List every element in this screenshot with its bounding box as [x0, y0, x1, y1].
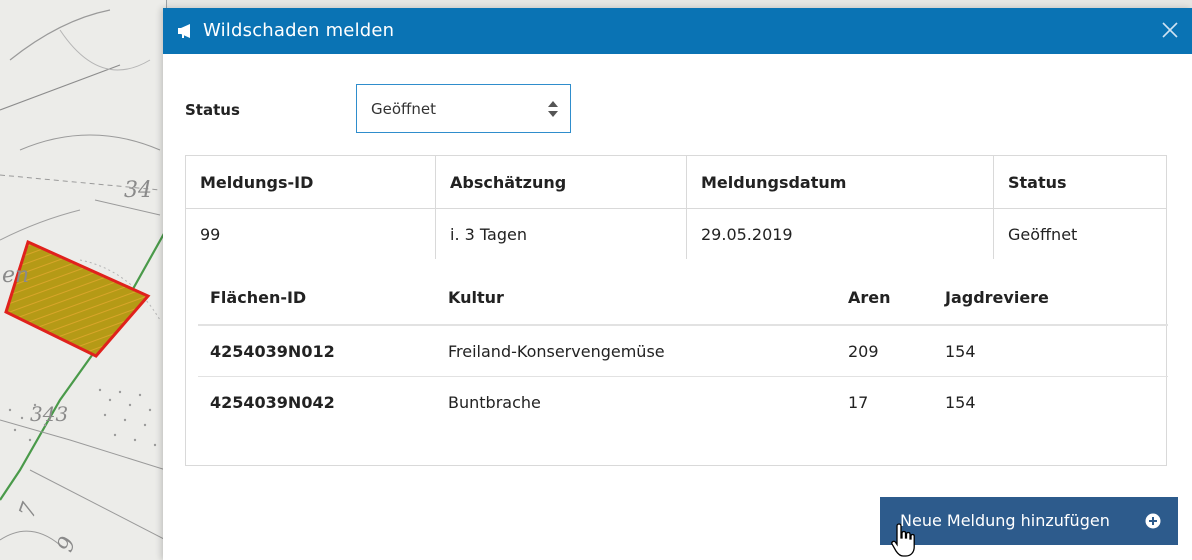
reviere-cell: 154: [945, 392, 976, 412]
area-table-header: Flächen-ID Kultur Aren Jagdreviere: [198, 271, 1168, 326]
table-row[interactable]: 4254039N042 Buntbrache 17 154: [198, 377, 1168, 427]
column-header: Kultur: [448, 288, 504, 307]
table-row[interactable]: 4254039N012 Freiland-Konservengemüse 209…: [198, 326, 1168, 377]
add-report-label: Neue Meldung hinzufügen: [900, 511, 1110, 530]
wildschaden-dialog: Wildschaden melden Status Geöffnet Meldu…: [163, 8, 1192, 560]
column-header: Meldungsdatum: [687, 156, 994, 208]
add-report-button[interactable]: Neue Meldung hinzufügen: [880, 497, 1178, 545]
close-icon[interactable]: [1158, 18, 1182, 42]
column-header: Aren: [848, 288, 891, 307]
status-select[interactable]: Geöffnet: [356, 84, 571, 133]
sort-arrows-icon: [548, 101, 558, 117]
map-label: en: [2, 263, 30, 288]
plus-circle-icon: [1145, 513, 1161, 529]
dialog-titlebar: Wildschaden melden: [163, 8, 1192, 54]
column-header: Status: [1008, 172, 1067, 192]
column-header: Abschätzung: [436, 156, 687, 208]
aren-cell: 209: [848, 341, 879, 361]
table-row[interactable]: 99 i. 3 Tagen 29.05.2019 Geöffnet: [186, 209, 1166, 259]
culture-cell: Freiland-Konservengemüse: [448, 341, 665, 361]
status-select-value: Geöffnet: [371, 100, 436, 118]
map-view[interactable]: 34 en 343 7 9: [0, 0, 167, 560]
status-filter-label: Status: [185, 101, 240, 119]
culture-cell: Buntbrache: [448, 392, 541, 412]
parcel-polygon: [4, 239, 151, 358]
report-table-header: Meldungs-ID Abschätzung Meldungsdatum St…: [186, 156, 1166, 209]
report-id-cell: 99: [186, 209, 436, 259]
column-header: Meldungs-ID: [186, 156, 436, 208]
area-id-cell: 4254039N042: [210, 392, 335, 412]
area-id-cell: 4254039N012: [210, 341, 335, 361]
date-cell: 29.05.2019: [687, 209, 994, 259]
report-table: Meldungs-ID Abschätzung Meldungsdatum St…: [185, 155, 1168, 466]
hand-cursor-icon: [891, 523, 915, 557]
map-label: 34: [124, 178, 152, 203]
dialog-title: Wildschaden melden: [203, 20, 395, 41]
reviere-cell: 154: [945, 341, 976, 361]
column-header: Flächen-ID: [210, 288, 307, 307]
estimate-cell: i. 3 Tagen: [436, 209, 687, 259]
aren-cell: 17: [848, 392, 869, 412]
column-header: Jagdreviere: [945, 288, 1049, 307]
megaphone-icon: [178, 24, 190, 38]
status-cell: Geöffnet: [1008, 224, 1078, 244]
map-label: 343: [30, 402, 69, 426]
